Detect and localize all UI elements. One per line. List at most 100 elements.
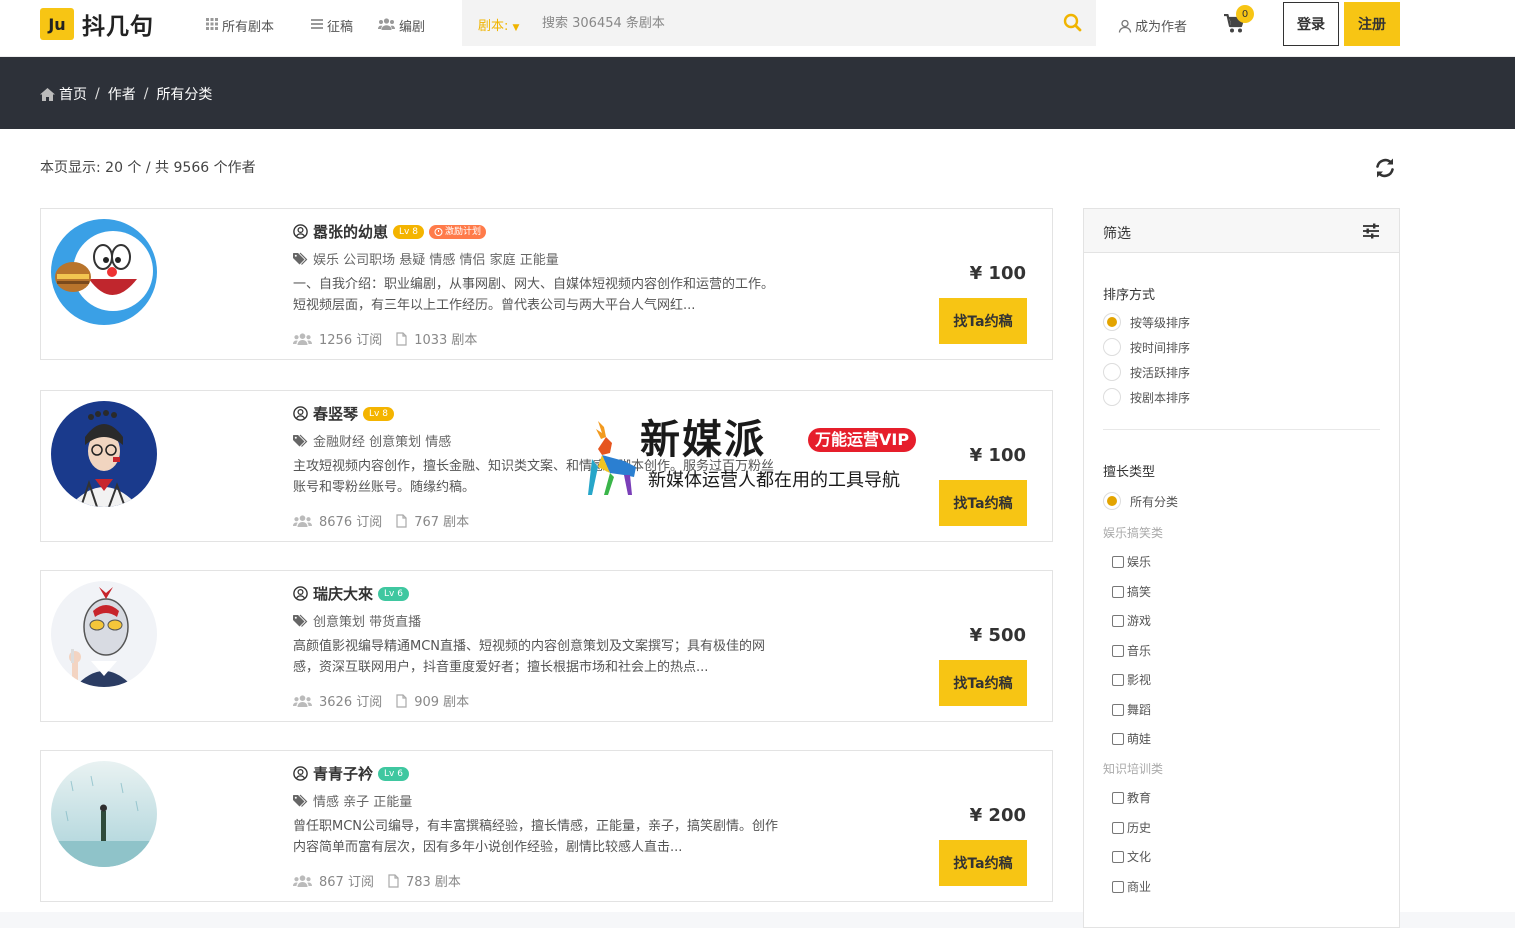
sort-option-label: 按剧本排序 [1130,390,1191,405]
cart-button[interactable]: 0 [1224,5,1254,38]
become-author-link[interactable]: 成为作者 [1118,16,1187,35]
nav-writers[interactable]: 编剧 [378,16,425,35]
radio-selected[interactable] [1103,313,1121,331]
users-icon [293,694,312,707]
author-name-row: 春竖琴 Lv 8 [293,403,394,424]
author-tags: 娱乐 公司职场 悬疑 情感 情侣 家庭 正能量 [293,249,559,268]
user-circle-icon [293,766,308,781]
nav-submissions[interactable]: 征稿 [311,16,353,35]
author-name[interactable]: 嚣张的幼崽 [313,221,388,242]
category-checkbox[interactable]: 舞蹈 [1112,701,1151,718]
sort-option-label: 按时间排序 [1130,340,1191,355]
script-text: 767 剧本 [414,515,470,530]
tags-icon [293,252,308,265]
author-name[interactable]: 春竖琴 [313,403,358,424]
author-tags: 创意策划 带货直播 [293,611,421,630]
sort-option[interactable]: 按活跃排序 [1103,363,1190,381]
breadcrumb-authors[interactable]: 作者 [108,84,136,104]
category-checkbox[interactable]: 文化 [1112,848,1151,865]
subscriber-text: 1256 订阅 [319,333,383,348]
sort-option[interactable]: 按等级排序 [1103,313,1190,331]
search-bar: 剧本: ▼ [462,0,1096,46]
category-checkbox[interactable]: 商业 [1112,878,1151,895]
sort-option[interactable]: 按时间排序 [1103,338,1190,356]
category-checkbox[interactable]: 历史 [1112,819,1151,836]
checkbox[interactable] [1112,585,1124,598]
script-text: 783 剧本 [405,875,461,890]
author-name[interactable]: 青青子衿 [313,763,373,784]
checkbox[interactable] [1112,821,1124,834]
login-button[interactable]: 登录 [1283,2,1339,46]
nav-label: 编剧 [399,20,426,35]
author-name-row: 瑞庆大來 Lv 6 [293,583,409,604]
author-price: ¥ 100 [969,263,1026,284]
category-label: 文化 [1127,850,1152,864]
hire-author-button[interactable]: 找Ta约稿 [939,660,1027,706]
radio-selected[interactable] [1103,492,1121,510]
author-stats: 3626 订阅 909 剧本 [293,691,483,710]
author-avatar[interactable] [51,761,157,867]
nav-label: 所有剧本 [222,20,275,35]
author-card[interactable]: 嚣张的幼崽 Lv 8 激励计划 娱乐 公司职场 悬疑 情感 情侣 家庭 正能量 … [40,208,1053,360]
radio[interactable] [1103,338,1121,356]
refresh-icon [1376,158,1394,178]
search-input[interactable] [542,8,1042,38]
type-section-title: 擅长类型 [1103,465,1156,480]
author-name[interactable]: 瑞庆大來 [313,583,373,604]
checkbox[interactable] [1112,732,1124,745]
author-price: ¥ 200 [969,805,1026,826]
hire-author-button[interactable]: 找Ta约稿 [939,840,1027,886]
checkbox[interactable] [1112,555,1124,568]
breadcrumb-current: 所有分类 [156,87,213,103]
category-checkbox[interactable]: 萌娃 [1112,730,1151,747]
refresh-button[interactable] [1373,156,1397,180]
author-name-row: 嚣张的幼崽 Lv 8 激励计划 [293,221,486,242]
checkbox[interactable] [1112,644,1124,657]
checkbox[interactable] [1112,850,1124,863]
nav-all-scripts[interactable]: 所有剧本 [206,16,274,35]
checkbox[interactable] [1112,880,1124,893]
category-group-label: 娱乐搞笑类 [1103,526,1164,540]
author-avatar[interactable] [51,219,157,325]
category-label: 萌娃 [1127,732,1152,746]
checkbox[interactable] [1112,673,1124,686]
category-checkbox[interactable]: 搞笑 [1112,583,1151,600]
type-all-option[interactable]: 所有分类 [1103,492,1178,510]
checkbox[interactable] [1112,791,1124,804]
category-checkbox[interactable]: 娱乐 [1112,553,1151,570]
sort-option-label: 按活跃排序 [1130,365,1191,380]
sliders-icon[interactable] [1362,222,1380,240]
search-icon [1063,13,1082,32]
category-checkbox[interactable]: 影视 [1112,671,1151,688]
author-price: ¥ 100 [969,445,1026,466]
category-checkbox[interactable]: 游戏 [1112,612,1151,629]
filter-panel: 筛选 排序方式 按等级排序 按时间排序 按活跃排序 按剧本排序 擅长类型 所有分… [1083,208,1400,928]
author-avatar[interactable] [51,581,157,687]
hire-author-button[interactable]: 找Ta约稿 [939,480,1027,526]
search-category-dropdown[interactable]: 剧本: ▼ [478,15,519,34]
category-checkbox[interactable]: 教育 [1112,789,1151,806]
level-badge: Lv 6 [378,586,409,601]
search-button[interactable] [1062,12,1084,34]
breadcrumb-home[interactable]: 首页 [40,84,87,104]
checkbox[interactable] [1112,614,1124,627]
category-checkbox[interactable]: 音乐 [1112,642,1151,659]
breadcrumb: 首页 / 作者 / 所有分类 [40,84,212,104]
author-avatar[interactable] [51,401,157,507]
sort-option-label: 按等级排序 [1130,315,1191,330]
type-all-label: 所有分类 [1130,494,1179,509]
subscriber-count: 3626 订阅 [293,691,382,710]
hire-author-button[interactable]: 找Ta约稿 [939,298,1027,344]
register-button[interactable]: 注册 [1344,2,1400,46]
author-card[interactable]: 瑞庆大來 Lv 6 创意策划 带货直播 高颜值影视编导精通MCN直播、短视频的内… [40,570,1053,722]
watermark-overlay: 新媒派 万能运营VIP 新媒体运营人都在用的工具导航 [584,415,934,497]
radio[interactable] [1103,363,1121,381]
checkbox[interactable] [1112,703,1124,716]
sort-option[interactable]: 按剧本排序 [1103,388,1190,406]
radio[interactable] [1103,388,1121,406]
author-card[interactable]: 青青子衿 Lv 6 情感 亲子 正能量 曾任职MCN公司编导，有丰富撰稿经验，擅… [40,750,1053,902]
incentive-plan-badge: 激励计划 [428,224,486,239]
timer-icon [434,228,443,236]
site-logo[interactable]: Ju 抖几句 [40,7,154,41]
watermark-title: 新媒派 [640,417,766,463]
